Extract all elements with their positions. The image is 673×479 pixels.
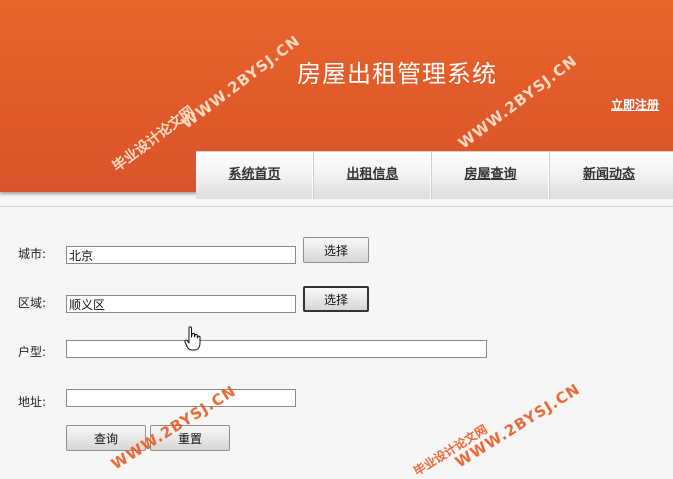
city-select-button[interactable]: 选择 [303,237,369,263]
city-label: 城市: [18,247,47,261]
district-select-button[interactable]: 选择 [303,286,369,312]
address-field[interactable] [66,389,296,407]
district-field[interactable] [66,295,296,313]
watermark-text: WWW.2BYSJ.CN [178,31,304,133]
reset-button[interactable]: 重置 [150,425,230,451]
nav-item-rental-info[interactable]: 出租信息 [314,152,432,199]
main-nav: 系统首页 出租信息 房屋查询 新闻动态 [196,151,673,199]
nav-item-news[interactable]: 新闻动态 [550,152,668,199]
content-divider [0,206,673,207]
nav-item-house-search[interactable]: 房屋查询 [432,152,550,199]
city-field[interactable] [66,246,296,264]
watermark-text: 毕业设计论文网 [411,422,490,479]
watermark-text: 毕业设计论文网 [109,103,198,176]
query-button[interactable]: 查询 [66,425,146,451]
layout-field[interactable] [66,340,487,358]
site-title: 房屋出租管理系统 [297,60,497,88]
nav-item-home[interactable]: 系统首页 [196,152,314,199]
district-label: 区域: [18,296,47,310]
watermark-text: WWW.2BYSJ.CN [452,379,584,472]
header-banner: 房屋出租管理系统 立即注册 WWW.2BYSJ.CN 毕业设计论文网 WWW.2… [0,0,673,199]
layout-label: 户型: [18,345,47,359]
address-label: 地址: [18,395,47,409]
hand-cursor-icon [184,326,201,351]
register-link[interactable]: 立即注册 [611,96,659,113]
